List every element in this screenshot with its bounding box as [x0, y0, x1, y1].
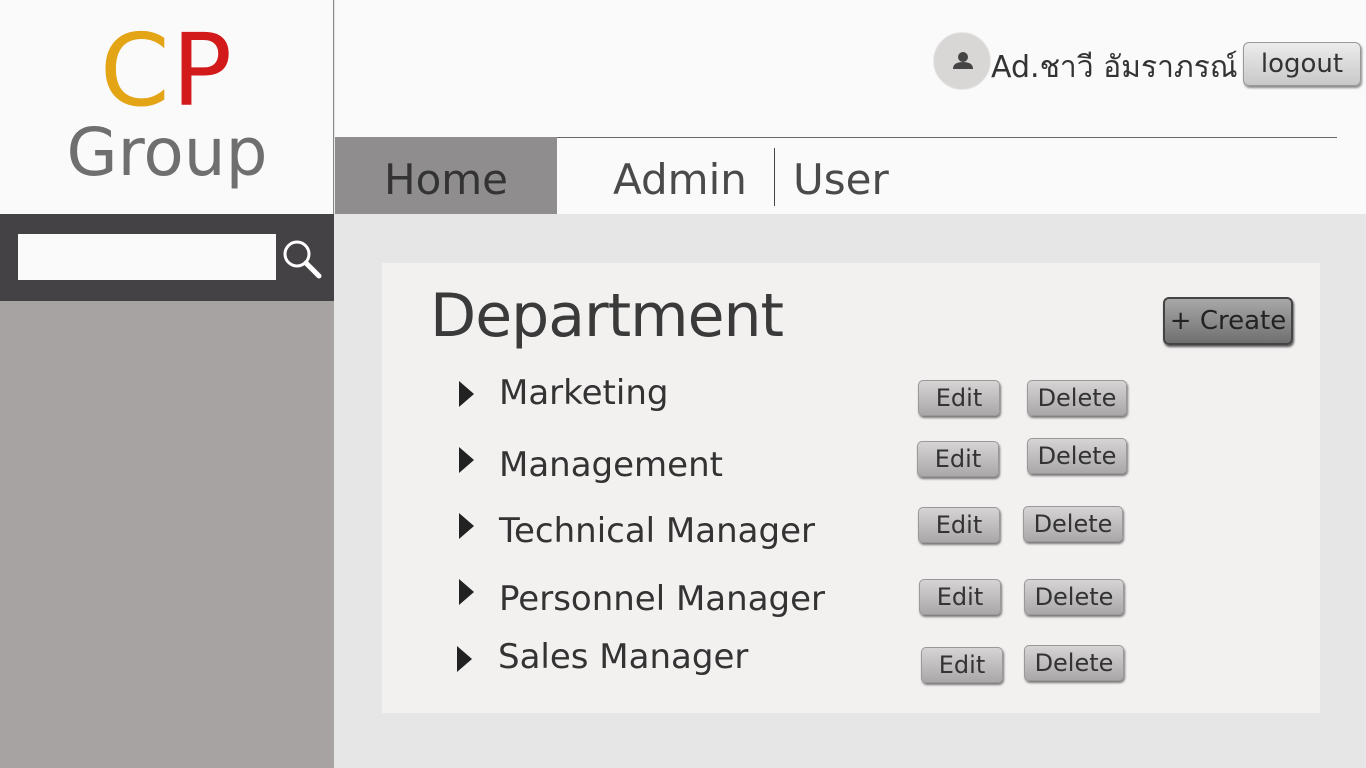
list-item: Management Edit Delete	[382, 438, 1320, 489]
list-item: Personnel Manager Edit Delete	[382, 575, 1320, 625]
expand-icon[interactable]	[459, 381, 474, 407]
edit-button[interactable]: Edit	[917, 441, 999, 477]
tab-admin[interactable]: Admin	[613, 137, 747, 214]
edit-button[interactable]: Edit	[918, 507, 1000, 543]
list-item: Technical Manager Edit Delete	[382, 506, 1320, 557]
logo-letter-p: P	[171, 12, 235, 129]
edit-button[interactable]: Edit	[918, 380, 1000, 416]
tab-home[interactable]: Home	[335, 137, 557, 214]
edit-button[interactable]: Edit	[921, 647, 1003, 683]
expand-icon[interactable]	[457, 646, 472, 672]
user-name: Ad.ชาวี อัมราภรณ์	[991, 50, 1238, 85]
user-avatar[interactable]	[933, 32, 991, 90]
user-icon	[953, 52, 973, 69]
department-panel: Department + Create Marketing Edit Delet…	[382, 263, 1320, 713]
delete-button[interactable]: Delete	[1024, 645, 1124, 681]
logo-group-text: Group	[66, 114, 268, 191]
delete-button[interactable]: Delete	[1024, 579, 1124, 615]
list-item: Marketing Edit Delete	[382, 369, 1320, 419]
tab-user[interactable]: User	[793, 137, 889, 214]
expand-icon[interactable]	[459, 513, 474, 539]
expand-icon[interactable]	[459, 447, 474, 473]
logo-letter-c: C	[99, 12, 172, 129]
search-icon[interactable]	[281, 238, 323, 280]
tab-separator	[774, 148, 775, 206]
page-title: Department	[430, 281, 784, 351]
department-name: Personnel Manager	[499, 579, 826, 619]
create-button[interactable]: + Create	[1163, 297, 1293, 345]
logout-button[interactable]: logout	[1243, 42, 1361, 86]
department-name: Management	[499, 445, 723, 485]
delete-button[interactable]: Delete	[1023, 506, 1123, 542]
delete-button[interactable]: Delete	[1027, 380, 1127, 416]
delete-button[interactable]: Delete	[1027, 438, 1127, 474]
department-name: Marketing	[499, 373, 669, 413]
edit-button[interactable]: Edit	[919, 579, 1001, 615]
logo-area: CP Group	[0, 0, 334, 214]
header: Ad.ชาวี อัมราภรณ์ logout Home Admin User	[335, 0, 1366, 214]
department-name: Technical Manager	[499, 511, 815, 551]
expand-icon[interactable]	[459, 579, 474, 605]
search-input[interactable]	[18, 234, 276, 280]
department-name: Sales Manager	[498, 637, 749, 677]
list-item: Sales Manager Edit Delete	[382, 637, 1320, 687]
logo: CP Group	[0, 18, 334, 188]
logo-cp: CP	[0, 18, 334, 124]
